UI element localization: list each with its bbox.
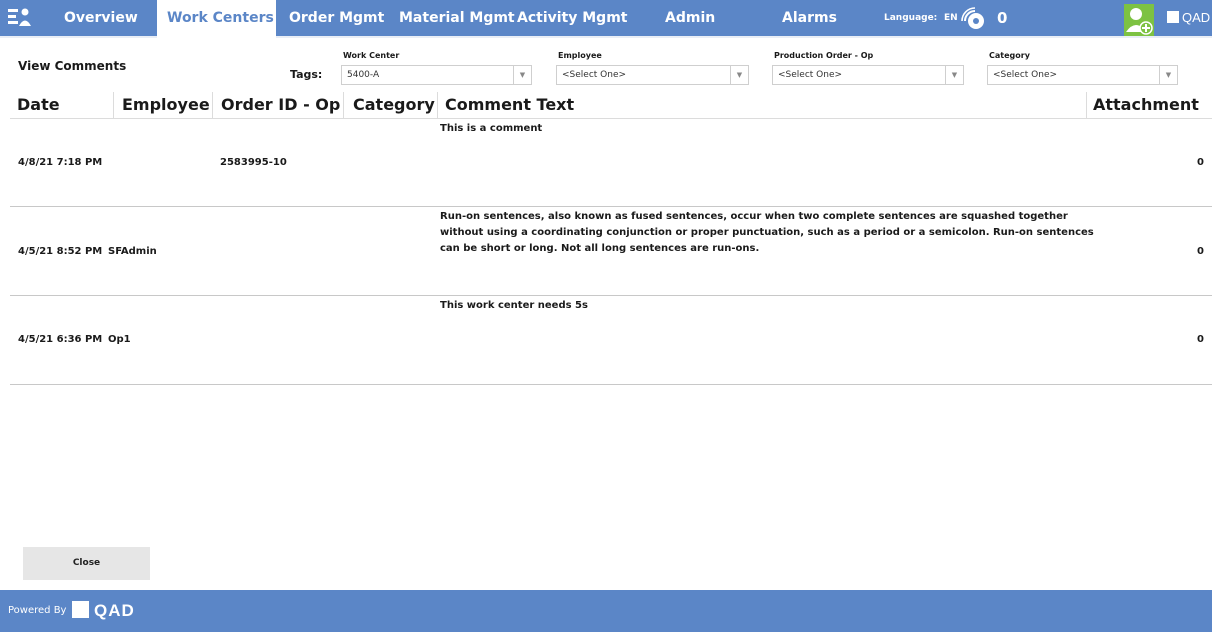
column-header-employee[interactable]: Employee — [122, 92, 210, 119]
tab-overview[interactable]: Overview — [64, 0, 138, 38]
work-center-value: 5400-A — [347, 70, 380, 80]
tab-order-mgmt[interactable]: Order Mgmt — [289, 0, 384, 38]
cell-employee: SFAdmin — [108, 246, 157, 257]
cell-comment-text: This work center needs 5s — [440, 300, 588, 311]
column-divider — [343, 92, 344, 119]
production-order-label: Production Order - Op — [774, 51, 874, 60]
table-header: Date Employee Order ID - Op Category Com… — [10, 92, 1212, 119]
qad-logo: QAD — [1167, 0, 1210, 36]
top-nav: Overview Work Centers Order Mgmt Materia… — [0, 0, 1212, 38]
cell-date: 4/8/21 7:18 PM — [18, 157, 103, 168]
cell-employee: Op1 — [108, 334, 131, 345]
cell-attachment[interactable]: 0 — [1197, 334, 1204, 345]
column-header-comment-text[interactable]: Comment Text — [445, 92, 574, 119]
footer-qad-logo: QAD — [72, 590, 135, 632]
qad-logo-icon — [1167, 11, 1179, 23]
column-divider — [1086, 92, 1087, 119]
add-user-icon[interactable] — [1124, 4, 1154, 36]
qad-logo-icon — [72, 601, 89, 618]
chevron-down-icon[interactable]: ▼ — [730, 66, 748, 84]
cell-comment-text: Run-on sentences, also known as fused se… — [440, 211, 1094, 254]
powered-by-label: Powered By — [8, 605, 67, 616]
language-label: Language: — [884, 13, 938, 23]
category-label: Category — [989, 51, 1030, 60]
cell-attachment[interactable]: 0 — [1197, 157, 1204, 168]
category-value: <Select One> — [993, 70, 1058, 80]
cell-order-id: 2583995-10 — [220, 157, 287, 168]
column-divider — [113, 92, 114, 119]
tab-alarms[interactable]: Alarms — [782, 0, 837, 38]
footer: Powered By QAD — [0, 590, 1212, 632]
column-header-category[interactable]: Category — [353, 92, 435, 119]
tags-label: Tags: — [290, 68, 323, 81]
workcenter-icon[interactable] — [6, 6, 32, 30]
tab-activity-mgmt[interactable]: Activity Mgmt — [517, 0, 627, 38]
employee-select[interactable]: <Select One> ▼ — [556, 65, 749, 85]
employee-value: <Select One> — [562, 70, 627, 80]
chevron-down-icon[interactable]: ▼ — [513, 66, 531, 84]
table-row[interactable]: 4/8/21 7:18 PM 2583995-10 This is a comm… — [10, 119, 1212, 207]
tab-work-centers[interactable]: Work Centers — [157, 0, 276, 38]
chevron-down-icon[interactable]: ▼ — [1159, 66, 1177, 84]
close-button[interactable]: Close — [23, 547, 150, 580]
table-row[interactable]: 4/5/21 8:52 PM SFAdmin Run-on sentences,… — [10, 207, 1212, 296]
production-order-value: <Select One> — [778, 70, 843, 80]
cell-date: 4/5/21 6:36 PM — [18, 334, 103, 345]
work-center-select[interactable]: 5400-A ▼ — [341, 65, 532, 85]
table-row[interactable]: 4/5/21 6:36 PM Op1 This work center need… — [10, 296, 1212, 385]
tab-material-mgmt[interactable]: Material Mgmt — [399, 0, 515, 38]
alarm-bell-icon[interactable] — [959, 5, 991, 33]
chevron-down-icon[interactable]: ▼ — [945, 66, 963, 84]
tab-admin[interactable]: Admin — [665, 0, 715, 38]
column-header-order-id[interactable]: Order ID - Op — [221, 92, 340, 119]
category-select[interactable]: <Select One> ▼ — [987, 65, 1178, 85]
page-title: View Comments — [18, 59, 127, 73]
employee-label: Employee — [558, 51, 602, 60]
production-order-select[interactable]: <Select One> ▼ — [772, 65, 964, 85]
column-header-date[interactable]: Date — [17, 92, 60, 119]
cell-date: 4/5/21 8:52 PM — [18, 246, 103, 257]
column-header-attachment[interactable]: Attachment — [1093, 92, 1199, 119]
language-selector[interactable]: EN — [944, 0, 958, 36]
cell-attachment[interactable]: 0 — [1197, 246, 1204, 257]
work-center-label: Work Center — [343, 51, 400, 60]
cell-comment-text: This is a comment — [440, 123, 543, 134]
column-divider — [437, 92, 438, 119]
alarm-count: 0 — [997, 9, 1008, 27]
column-divider — [212, 92, 213, 119]
